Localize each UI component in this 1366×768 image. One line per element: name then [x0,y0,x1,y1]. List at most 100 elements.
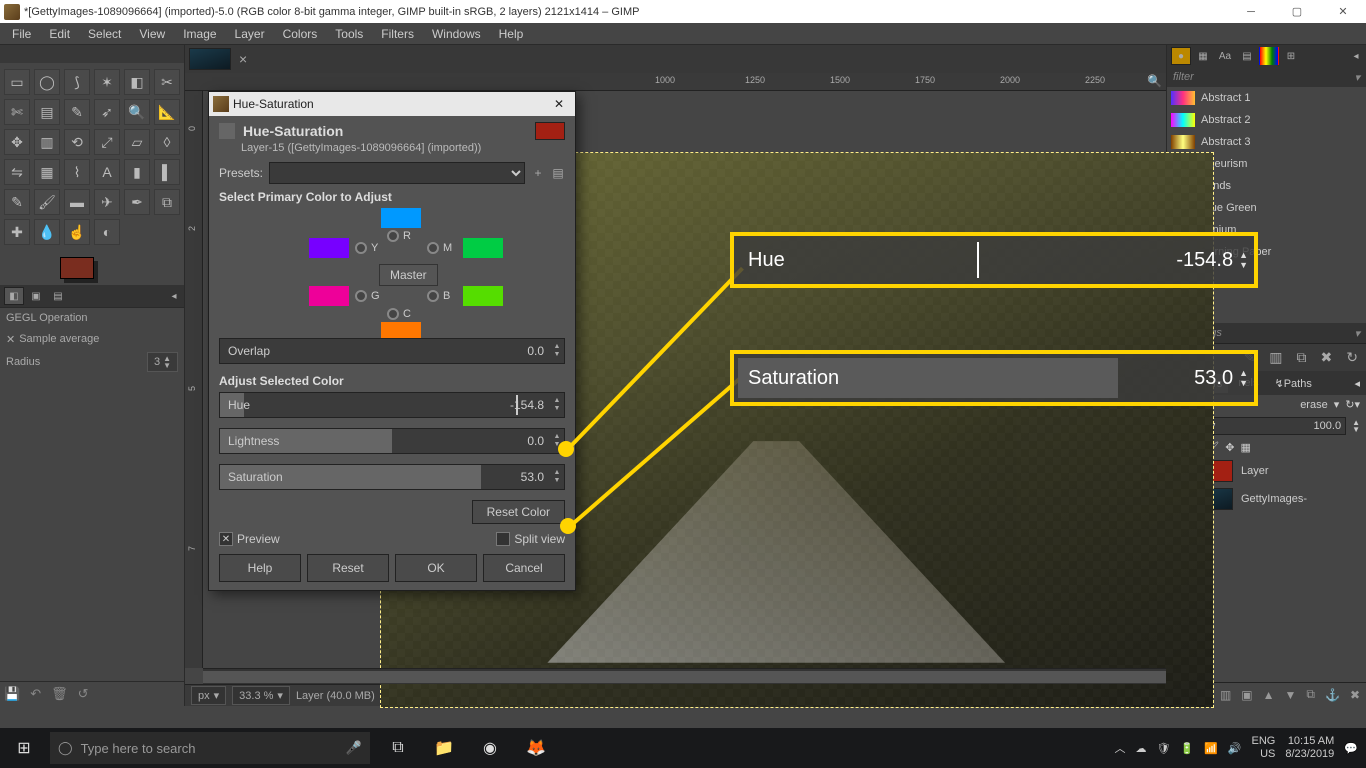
tab-patterns[interactable]: ▦ [1193,47,1213,65]
tray-language[interactable]: ENGUS [1252,735,1276,761]
tool-crop[interactable]: ✂ [154,69,180,95]
tool-clone[interactable]: ⧉ [154,189,180,215]
tool-blur[interactable]: 💧 [34,219,60,245]
dup-layer-icon[interactable]: ⧉ [1306,687,1315,702]
fg-bg-colors[interactable] [0,251,184,285]
tab-tool-options[interactable]: ◧ [4,287,24,305]
unit-selector[interactable]: px ▾ [191,686,226,705]
new-gradient-icon[interactable]: ▥ [1269,349,1282,366]
tool-airbrush[interactable]: ✈ [94,189,120,215]
new-layer-icon[interactable]: ▥ [1220,688,1231,702]
tool-align[interactable]: ▥ [34,129,60,155]
foreground-color-swatch[interactable] [60,257,94,279]
presets-dropdown[interactable] [269,162,525,184]
taskbar-gimp-icon[interactable]: 🦊 [514,728,558,768]
horizontal-scrollbar[interactable] [203,668,1166,684]
tray-onedrive-icon[interactable]: ☁ [1135,742,1146,755]
reset-preset-icon[interactable]: ↺ [78,686,89,702]
start-button[interactable]: ⊞ [0,728,48,768]
spin-down-icon[interactable]: ▼ [550,477,564,485]
mic-icon[interactable]: 🎤 [346,740,362,756]
swatch-b[interactable] [463,286,503,306]
radius-value[interactable]: 3▲▼ [147,352,178,372]
tray-notifications-icon[interactable]: 💬 [1344,742,1358,755]
menu-layer[interactable]: Layer [227,25,273,43]
split-view-checkbox[interactable]: Split view [496,532,565,546]
radio-r[interactable] [387,230,399,242]
mode-switch-icon[interactable]: ↻▾ [1345,398,1360,411]
tool-smudge[interactable]: ☝ [64,219,90,245]
overlap-slider[interactable]: Overlap 0.0 ▲▼ [219,338,565,364]
dialog-titlebar[interactable]: Hue-Saturation ✕ [209,92,575,116]
cancel-button[interactable]: Cancel [483,554,565,582]
tool-foreground[interactable]: ▤ [34,99,60,125]
tool-heal[interactable]: ✚ [4,219,30,245]
tab-menu-arrow-icon[interactable]: ◂ [164,287,184,305]
tab-paths[interactable]: ↯Paths [1269,374,1318,393]
tool-zoom[interactable]: 🔍 [124,99,150,125]
swatch-g[interactable] [309,286,349,306]
menu-windows[interactable]: Windows [424,25,489,43]
lower-layer-icon[interactable]: ▼ [1285,688,1297,702]
add-preset-icon[interactable]: + [531,166,545,180]
spin-up-icon[interactable]: ▲ [1239,368,1248,378]
tool-pencil[interactable]: ✎ [4,189,30,215]
tray-wifi-icon[interactable]: 📶 [1204,742,1218,755]
layer-name[interactable]: Layer [1241,465,1269,477]
tool-shear[interactable]: ▱ [124,129,150,155]
mode-dropdown-icon[interactable]: ▾ [1334,398,1340,411]
tool-free-select[interactable]: ⟆ [64,69,90,95]
tool-color-picker[interactable]: ➶ [94,99,120,125]
radio-y[interactable] [355,242,367,254]
dialog-close-icon[interactable]: ✕ [543,97,575,111]
tool-paths[interactable]: ✎ [64,99,90,125]
radio-c[interactable] [387,308,399,320]
tool-bucket[interactable]: ▮ [124,159,150,185]
tool-cage[interactable]: ▦ [34,159,60,185]
menu-select[interactable]: Select [80,25,129,43]
tool-ellipse-select[interactable]: ◯ [34,69,60,95]
raise-layer-icon[interactable]: ▲ [1263,688,1275,702]
reset-button[interactable]: Reset [307,554,389,582]
opacity-spin-icon[interactable]: ▲▼ [1352,419,1360,433]
spin-down-icon[interactable]: ▼ [1239,378,1248,388]
tray-battery-icon[interactable]: 🔋 [1180,742,1194,755]
lock-alpha-icon[interactable]: ▦ [1240,441,1250,454]
tab-gradients[interactable] [1259,47,1279,65]
menu-colors[interactable]: Colors [275,25,326,43]
menu-filters[interactable]: Filters [373,25,422,43]
spin-up-icon[interactable]: ▲ [550,397,564,405]
taskbar-chrome-icon[interactable]: ◉ [468,728,512,768]
taskbar-explorer-icon[interactable]: 📁 [422,728,466,768]
tool-fuzzy-select[interactable]: ✶ [94,69,120,95]
mode-value[interactable]: erase [1300,399,1328,411]
tray-up-icon[interactable]: ︿ [1114,740,1125,756]
master-button[interactable]: Master [379,264,438,286]
tab-device-status[interactable]: ▣ [26,287,46,305]
tab-brushes[interactable]: ● [1171,47,1191,65]
tool-rotate[interactable]: ⟲ [64,129,90,155]
layer-group-icon[interactable]: ▣ [1241,688,1252,702]
radio-m[interactable] [427,242,439,254]
layer-name[interactable]: GettyImages- [1241,493,1307,505]
tab-menu-arrow-icon[interactable]: ◂ [1348,374,1366,393]
swatch-m[interactable] [463,238,503,258]
gradient-item[interactable]: Abstract 3 [1167,131,1366,153]
tool-by-color[interactable]: ◧ [124,69,150,95]
radio-b[interactable] [427,290,439,302]
lock-position-icon[interactable]: ✥ [1225,441,1234,454]
tool-text[interactable]: A [94,159,120,185]
ok-button[interactable]: OK [395,554,477,582]
gradient-item[interactable]: Abstract 1 [1167,87,1366,109]
image-tab-thumbnail[interactable] [189,48,231,70]
spin-down-icon[interactable]: ▼ [1239,260,1248,270]
tool-dodge[interactable]: ◐ [94,219,120,245]
tool-rect-select[interactable]: ▭ [4,69,30,95]
preset-menu-icon[interactable]: ▤ [551,166,565,180]
tool-paintbrush[interactable]: 🖌 [34,189,60,215]
gradient-item[interactable]: Abstract 2 [1167,109,1366,131]
tab-other[interactable]: ▤ [48,287,68,305]
tool-move[interactable]: ✥ [4,129,30,155]
delete-preset-icon[interactable]: 🗑 [51,686,68,702]
radio-g[interactable] [355,290,367,302]
